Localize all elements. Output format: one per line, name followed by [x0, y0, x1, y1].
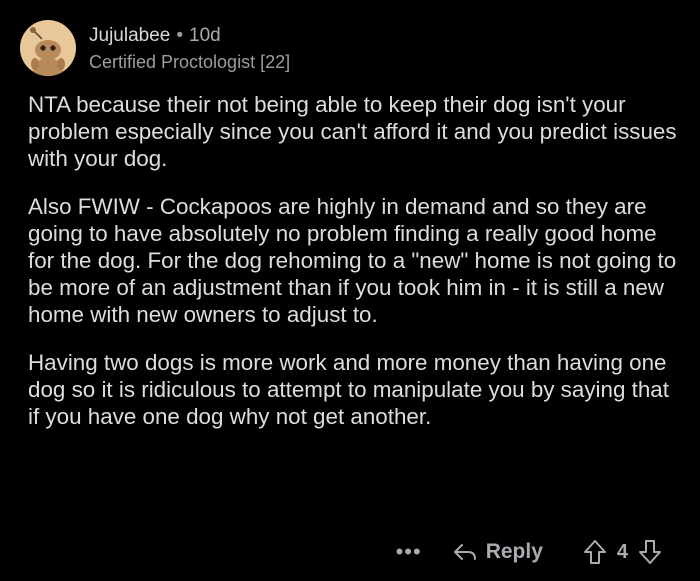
- reply-button[interactable]: Reply: [452, 540, 543, 564]
- vote-score: 4: [616, 540, 628, 563]
- username[interactable]: Jujulabee: [89, 25, 170, 46]
- comment-body: NTA because their not being able to keep…: [28, 91, 683, 451]
- reply-arrow-icon: [453, 544, 476, 560]
- upvote-button[interactable]: [583, 539, 607, 565]
- snoo-avatar-icon: [30, 27, 65, 76]
- user-flair: Certified Proctologist [22]: [89, 52, 291, 72]
- comment-paragraph: NTA because their not being able to keep…: [28, 92, 677, 171]
- comment-paragraph: Having two dogs is more work and more mo…: [28, 350, 669, 429]
- comment-age: 10d: [189, 25, 221, 46]
- comment-meta: Jujulabee • 10d Certified Proctologist [22…: [89, 24, 290, 74]
- vote-controls: 4: [583, 539, 662, 565]
- more-options-button[interactable]: •••: [396, 541, 422, 563]
- comment-header: Jujulabee • 10d Certified Proctologist [22…: [20, 20, 290, 78]
- comment-paragraph: Also FWIW - Cockapoos are highly in dema…: [28, 194, 677, 327]
- author-line: Jujulabee • 10d: [89, 24, 290, 48]
- comment: Jujulabee • 10d Certified Proctologist [22…: [0, 0, 700, 581]
- downvote-arrow-icon: [639, 540, 661, 564]
- meta-separator: •: [176, 25, 183, 46]
- reply-label: Reply: [485, 540, 543, 563]
- avatar[interactable]: [20, 20, 76, 76]
- upvote-arrow-icon: [583, 540, 606, 564]
- comment-actions: ••• Reply 4: [396, 534, 662, 570]
- downvote-button[interactable]: [638, 539, 662, 565]
